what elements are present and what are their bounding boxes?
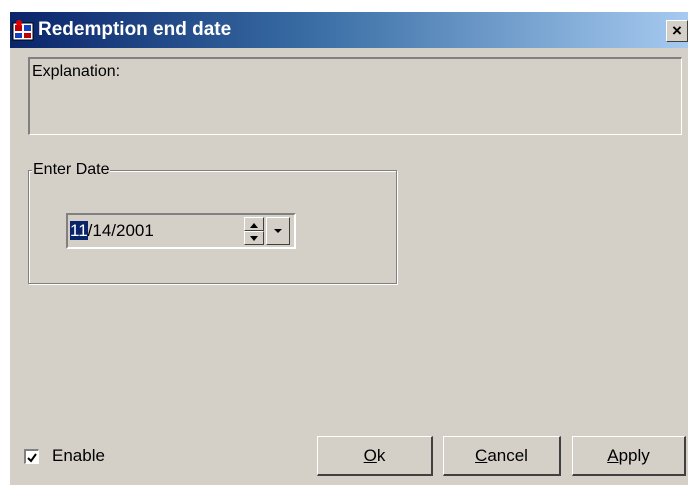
window-title: Redemption end date xyxy=(38,19,232,40)
date-rest-segment[interactable]: /14/2001 xyxy=(88,221,154,240)
chevron-down-icon xyxy=(274,229,282,233)
arrow-up-icon xyxy=(250,223,258,228)
enter-date-legend: Enter Date xyxy=(32,160,111,180)
explanation-label: Explanation: xyxy=(32,63,121,80)
calendar-dropdown-button[interactable] xyxy=(266,217,290,245)
ok-button[interactable]: Ok xyxy=(317,436,433,476)
close-icon: × xyxy=(672,21,682,40)
ok-label-rest: k xyxy=(376,446,386,465)
dialog-window: Redemption end date × Explanation: Enter… xyxy=(10,12,688,485)
checkmark-icon xyxy=(27,453,37,463)
enable-label[interactable]: Enable xyxy=(52,446,105,466)
explanation-panel: Explanation: xyxy=(28,57,682,135)
apply-label-rest: pply xyxy=(618,446,650,465)
date-month-segment[interactable]: 11 xyxy=(70,221,88,240)
arrow-down-icon xyxy=(250,236,258,241)
close-button[interactable]: × xyxy=(666,20,688,42)
ok-accelerator: O xyxy=(363,446,377,465)
enter-date-group: Enter Date 11/14/2001 xyxy=(28,160,397,284)
cancel-accelerator: C xyxy=(475,446,488,465)
app-icon xyxy=(12,20,34,41)
cancel-button[interactable]: Cancel xyxy=(443,436,561,476)
spin-down-button[interactable] xyxy=(244,231,264,245)
enable-checkbox[interactable] xyxy=(24,449,39,464)
date-picker[interactable]: 11/14/2001 xyxy=(66,213,296,249)
spin-up-button[interactable] xyxy=(244,217,264,231)
cancel-label-rest: ancel xyxy=(487,446,528,465)
title-bar[interactable]: Redemption end date × xyxy=(10,12,688,48)
date-spinner[interactable] xyxy=(244,217,264,245)
apply-button[interactable]: Apply xyxy=(572,436,686,476)
apply-accelerator: A xyxy=(607,446,619,465)
date-value[interactable]: 11/14/2001 xyxy=(70,221,154,241)
